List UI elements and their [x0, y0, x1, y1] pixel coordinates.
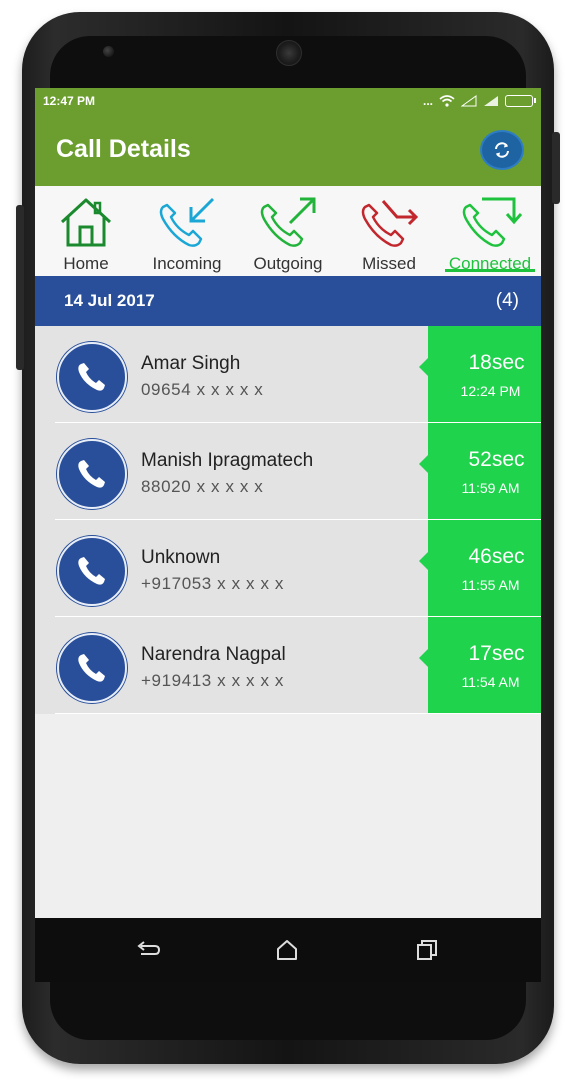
status-dots: ... [422, 94, 433, 108]
avatar [57, 536, 127, 606]
phone-icon [78, 557, 105, 585]
home-icon [60, 198, 112, 247]
caller-name: Manish Ipragmatech [141, 450, 314, 471]
caller-number: 09654 x x x x x [141, 380, 264, 399]
avatar [57, 342, 127, 412]
status-bar: 12:47 PM ... [35, 88, 541, 114]
tab-label-missed: Missed [362, 254, 416, 273]
call-duration: 18sec [468, 351, 525, 374]
caller-number: +919413 x x x x x [141, 671, 284, 690]
caller-name: Amar Singh [141, 353, 241, 374]
tab-connected[interactable]: Connected [441, 186, 539, 276]
phone-icon [78, 460, 105, 488]
tab-bar: Home Incoming Outgoing Missed Connected [35, 186, 541, 276]
phone-icon [78, 363, 105, 391]
call-time: 11:54 AM [461, 674, 520, 690]
call-row[interactable]: Narendra Nagpal +919413 x x x x x 17sec … [35, 617, 541, 714]
earpiece-speaker [276, 40, 302, 66]
navigation-bar [35, 918, 541, 982]
row-divider [55, 713, 541, 714]
page-title: Call Details [56, 134, 191, 163]
tab-label-outgoing: Outgoing [253, 254, 323, 273]
call-row[interactable]: Unknown +917053 x x x x x 46sec 11:55 AM [35, 520, 541, 617]
front-camera [103, 46, 114, 57]
call-time: 11:59 AM [461, 480, 520, 496]
date-header: 14 Jul 2017 (4) [35, 276, 541, 326]
back-icon[interactable] [135, 938, 161, 962]
tab-incoming[interactable]: Incoming [138, 186, 236, 276]
connected-call-icon [462, 197, 522, 247]
caller-number: +917053 x x x x x [141, 574, 284, 593]
call-row[interactable]: Manish Ipragmatech 88020 x x x x x 52sec… [35, 423, 541, 520]
outgoing-call-icon [260, 197, 316, 247]
active-tab-indicator [445, 269, 535, 272]
app-screen: 12:47 PM ... Call Details Home Incoming … [35, 88, 541, 918]
volume-button [16, 205, 24, 370]
incoming-call-icon [159, 197, 215, 247]
phone-icon [78, 654, 105, 682]
call-time: 12:24 PM [460, 383, 521, 399]
refresh-icon [495, 142, 509, 158]
app-bar: Call Details [35, 114, 541, 186]
signal-icon [461, 95, 477, 107]
call-duration-badge: 17sec 11:54 AM [419, 617, 541, 714]
caller-name: Narendra Nagpal [141, 644, 286, 665]
wifi-icon [439, 95, 455, 107]
signal-icon-2 [484, 96, 498, 106]
avatar [57, 633, 127, 703]
call-count: (4) [495, 290, 519, 311]
call-time: 11:55 AM [461, 577, 520, 593]
caller-number: 88020 x x x x x [141, 477, 264, 496]
tab-missed[interactable]: Missed [340, 186, 438, 276]
status-time: 12:47 PM [43, 94, 96, 108]
call-duration: 17sec [468, 642, 525, 665]
call-duration-badge: 46sec 11:55 AM [419, 520, 541, 617]
caller-name: Unknown [141, 547, 221, 568]
status-icons: ... [422, 94, 536, 108]
tab-label-incoming: Incoming [152, 254, 222, 273]
home-nav-icon[interactable] [275, 938, 299, 962]
call-duration-badge: 18sec 12:24 PM [419, 326, 541, 423]
power-button [552, 132, 560, 204]
missed-call-icon [361, 200, 419, 247]
avatar [57, 439, 127, 509]
refresh-button[interactable] [480, 130, 524, 170]
call-duration: 46sec [468, 545, 525, 568]
recents-icon[interactable] [415, 938, 439, 962]
tab-home[interactable]: Home [37, 186, 135, 276]
battery-icon [505, 95, 536, 107]
call-list: Amar Singh 09654 x x x x x 18sec 12:24 P… [35, 326, 541, 714]
call-duration: 52sec [468, 448, 525, 471]
date-label: 14 Jul 2017 [64, 291, 155, 310]
call-duration-badge: 52sec 11:59 AM [419, 423, 541, 520]
tab-outgoing[interactable]: Outgoing [239, 186, 337, 276]
call-row[interactable]: Amar Singh 09654 x x x x x 18sec 12:24 P… [35, 326, 541, 423]
tab-label-home: Home [63, 254, 109, 273]
